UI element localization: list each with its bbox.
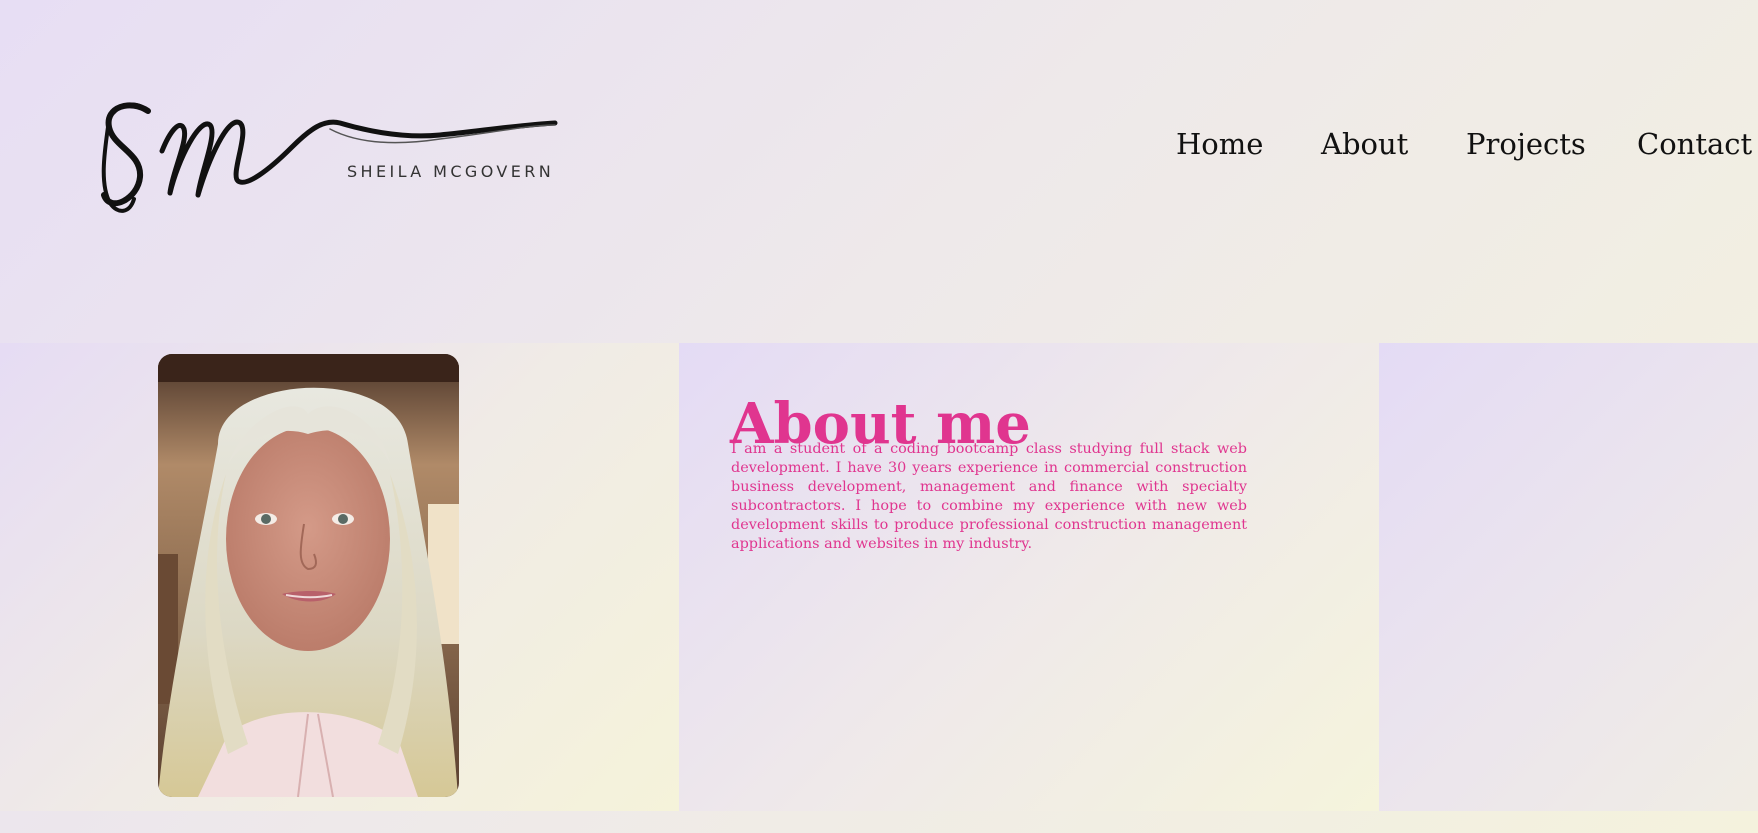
about-description: I am a student of a coding bootcamp clas… — [731, 441, 1247, 552]
main-nav: Home About Projects Contact — [0, 124, 1758, 164]
about-section: About me I am a student of a coding boot… — [0, 343, 1758, 811]
nav-link-contact[interactable]: Contact — [1637, 124, 1752, 164]
nav-link-about[interactable]: About — [1321, 124, 1408, 164]
empty-panel — [1379, 343, 1758, 811]
profile-photo-icon — [158, 354, 459, 797]
site-header: SHEILA MCGOVERN Home About Projects Cont… — [0, 0, 1758, 343]
nav-link-projects[interactable]: Projects — [1466, 124, 1586, 164]
site-logo[interactable]: SHEILA MCGOVERN — [100, 95, 620, 245]
profile-photo — [158, 354, 459, 797]
nav-link-home[interactable]: Home — [1176, 124, 1263, 164]
logo-name-text: SHEILA MCGOVERN — [347, 162, 555, 181]
